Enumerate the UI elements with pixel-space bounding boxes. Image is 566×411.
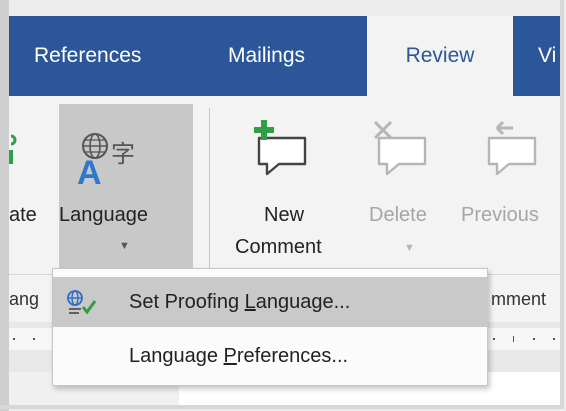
language-icon: A 字 <box>77 133 135 186</box>
new-comment-label-line1[interactable]: New <box>264 204 304 227</box>
menu-item-label: Language Preferences... <box>129 344 349 367</box>
menu-item-language-preferences[interactable]: Language Preferences... <box>53 331 487 381</box>
tab-mailings[interactable]: Mailings <box>228 16 305 96</box>
group-separator <box>209 108 210 268</box>
tab-references[interactable]: References <box>34 16 141 96</box>
language-button-label[interactable]: Language <box>59 204 148 227</box>
ribbon-tab-bar: References Mailings Review Vi <box>9 16 560 96</box>
comments-group-label: mment <box>491 289 547 309</box>
language-dropdown-menu: Set Proofing Language... Language Prefer… <box>52 268 488 386</box>
menu-item-label: Set Proofing Language... <box>129 290 351 313</box>
previous-comment-icon <box>487 120 537 176</box>
new-comment-icon <box>254 120 307 176</box>
proofing-language-icon <box>67 290 97 315</box>
tab-review[interactable]: Review <box>367 16 513 96</box>
tab-view[interactable]: Vi <box>538 16 556 96</box>
menu-item-set-proofing-language[interactable]: Set Proofing Language... <box>53 277 487 327</box>
translate-icon <box>9 134 17 164</box>
language-group-label: ang <box>9 289 40 309</box>
new-comment-label-line2[interactable]: Comment <box>235 236 322 259</box>
window-left-edge <box>0 0 9 411</box>
svg-text:A: A <box>77 154 102 186</box>
chevron-down-icon: ▼ <box>404 242 415 254</box>
svg-text:字: 字 <box>111 140 135 168</box>
delete-comment-icon <box>373 120 427 176</box>
previous-button-label[interactable]: Previous <box>461 204 539 227</box>
chevron-down-icon: ▼ <box>119 240 130 252</box>
ribbon-panel: ate A 字 Language ▼ New Comment Delete ▼ … <box>9 96 560 274</box>
delete-button-label[interactable]: Delete <box>369 204 427 227</box>
translate-button-label[interactable]: ate <box>9 204 37 227</box>
